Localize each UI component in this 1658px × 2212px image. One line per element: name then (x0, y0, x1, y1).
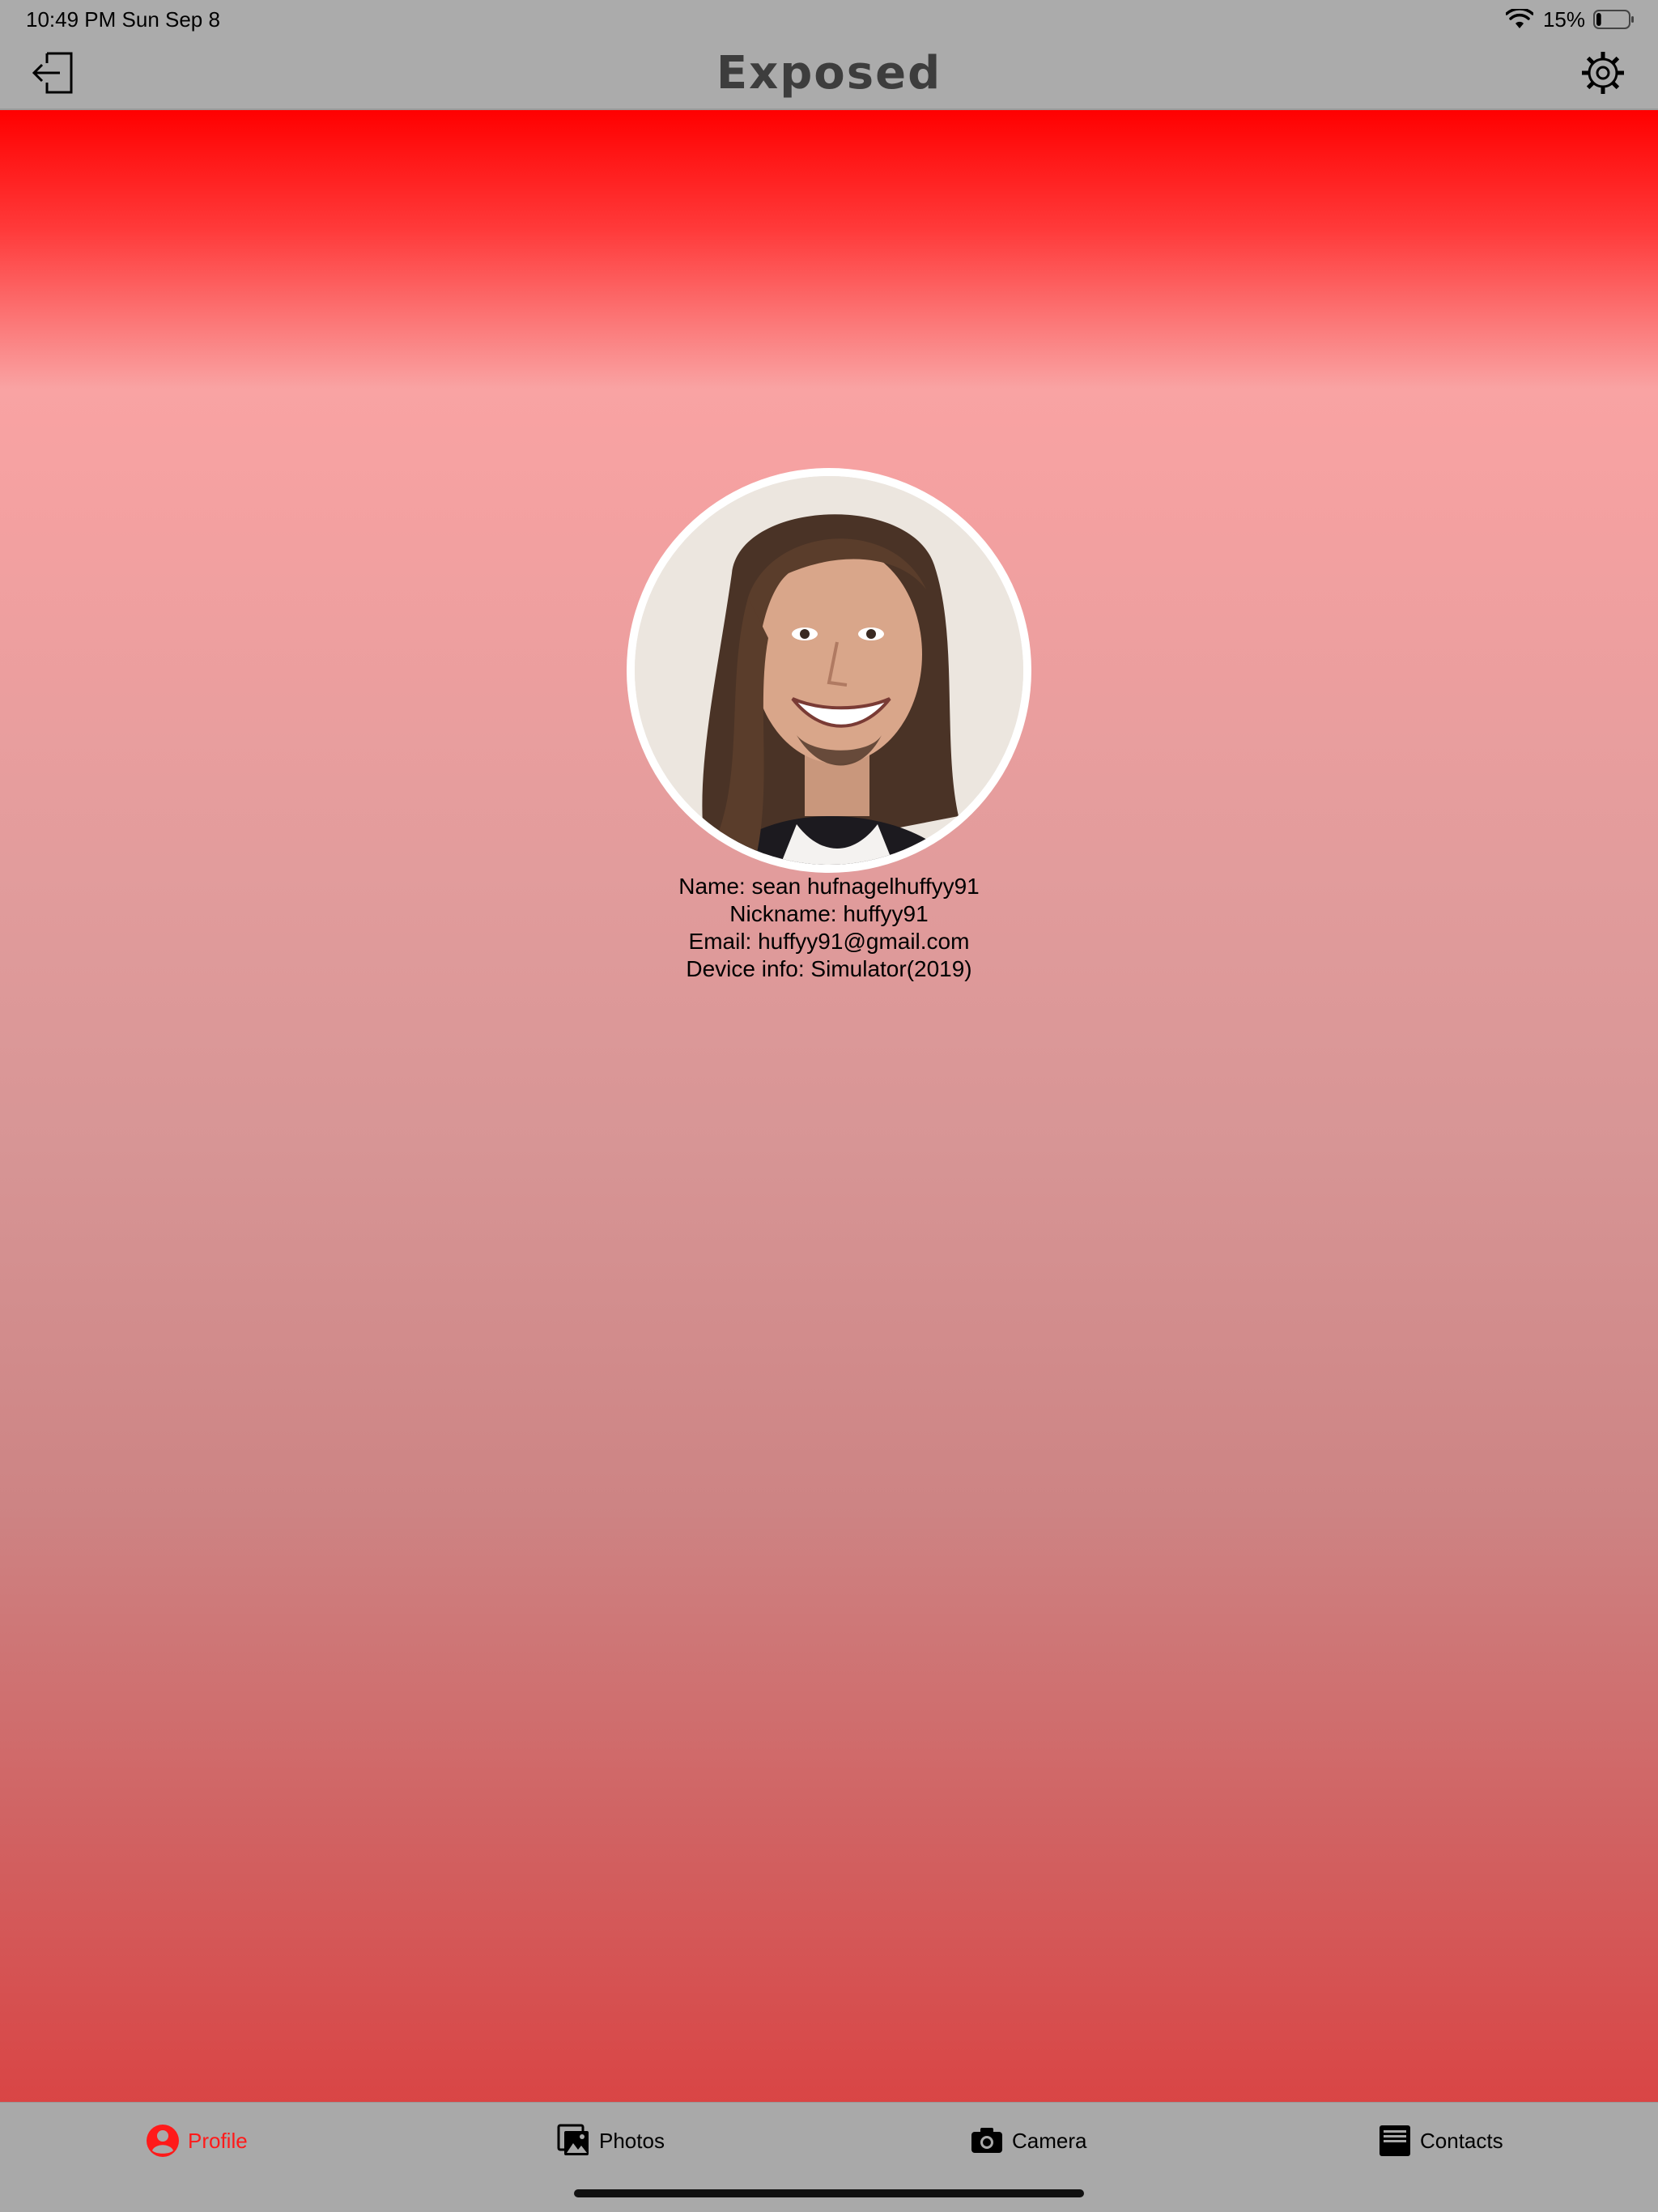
battery-percent: 15% (1542, 6, 1585, 32)
tab-profile[interactable]: Profile (146, 2122, 248, 2159)
avatar-frame (627, 468, 1031, 873)
tab-contacts-label: Contacts (1420, 2128, 1503, 2153)
profile-view: Name: sean hufnagelhuffyy91 Nickname: hu… (0, 110, 1658, 2102)
profile-nickname: Nickname: huffyy91 (729, 901, 929, 926)
person-circle-icon (147, 2125, 179, 2157)
profile-name: Name: sean hufnagelhuffyy91 (678, 874, 980, 899)
home-indicator[interactable] (574, 2189, 1084, 2197)
camera-icon (971, 2128, 1002, 2153)
tab-camera-label: Camera (1012, 2128, 1087, 2153)
contacts-icon (1380, 2125, 1410, 2156)
tab-photos[interactable]: Photos (557, 2122, 665, 2159)
photos-icon (557, 2124, 589, 2155)
tab-photos-label: Photos (599, 2128, 665, 2153)
tab-contacts[interactable]: Contacts (1378, 2122, 1503, 2159)
status-time: 10:49 PM Sun Sep 8 (26, 7, 220, 32)
tab-profile-label: Profile (188, 2128, 248, 2153)
wifi-icon (1505, 9, 1533, 28)
app-title: Exposed (716, 47, 942, 100)
gear-icon[interactable] (1580, 50, 1626, 96)
status-bar: 10:49 PM Sun Sep 8 15% (0, 0, 1658, 39)
tab-camera[interactable]: Camera (970, 2122, 1086, 2159)
nav-bar: Exposed (0, 39, 1658, 110)
profile-details: Name: sean hufnagelhuffyy91 Nickname: hu… (0, 873, 1658, 983)
profile-device-info: Device info: Simulator(2019) (686, 956, 972, 981)
profile-email: Email: huffyy91@gmail.com (688, 929, 970, 954)
profile-photo[interactable] (635, 476, 1023, 865)
avatar-illustration (635, 476, 1023, 865)
status-indicators: 15% (1505, 5, 1635, 34)
battery-icon (1593, 10, 1634, 29)
